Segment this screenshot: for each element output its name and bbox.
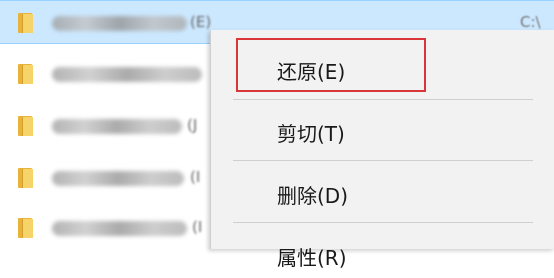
menu-separator	[233, 160, 533, 161]
menu-item-label: 剪切(T)	[277, 122, 345, 146]
folder-icon	[18, 116, 33, 136]
file-name-suffix: (I	[190, 168, 201, 186]
folder-icon	[18, 218, 33, 238]
menu-item-cut[interactable]: 剪切(T)	[211, 106, 554, 154]
file-name-suffix: (J	[187, 116, 198, 134]
blurred-file-name	[52, 16, 187, 31]
folder-icon	[18, 13, 33, 33]
menu-item-label: 属性(R)	[277, 246, 347, 270]
menu-separator	[233, 99, 533, 100]
file-location: C:\	[520, 13, 541, 31]
blurred-file-name	[52, 119, 182, 134]
menu-item-label: 删除(D)	[277, 184, 349, 208]
context-menu: 还原(E) 剪切(T) 删除(D) 属性(R)	[210, 30, 554, 270]
folder-icon	[18, 168, 33, 188]
file-name-suffix: (E)	[190, 13, 212, 31]
file-name-suffix: (I	[192, 218, 203, 236]
menu-item-delete[interactable]: 删除(D)	[211, 168, 554, 216]
menu-separator	[233, 222, 533, 223]
menu-item-properties[interactable]: 属性(R)	[211, 230, 554, 278]
blurred-file-name	[52, 221, 187, 236]
blurred-file-name	[52, 67, 202, 82]
folder-icon	[18, 64, 33, 84]
blurred-file-name	[52, 171, 184, 186]
highlight-box	[236, 38, 426, 92]
